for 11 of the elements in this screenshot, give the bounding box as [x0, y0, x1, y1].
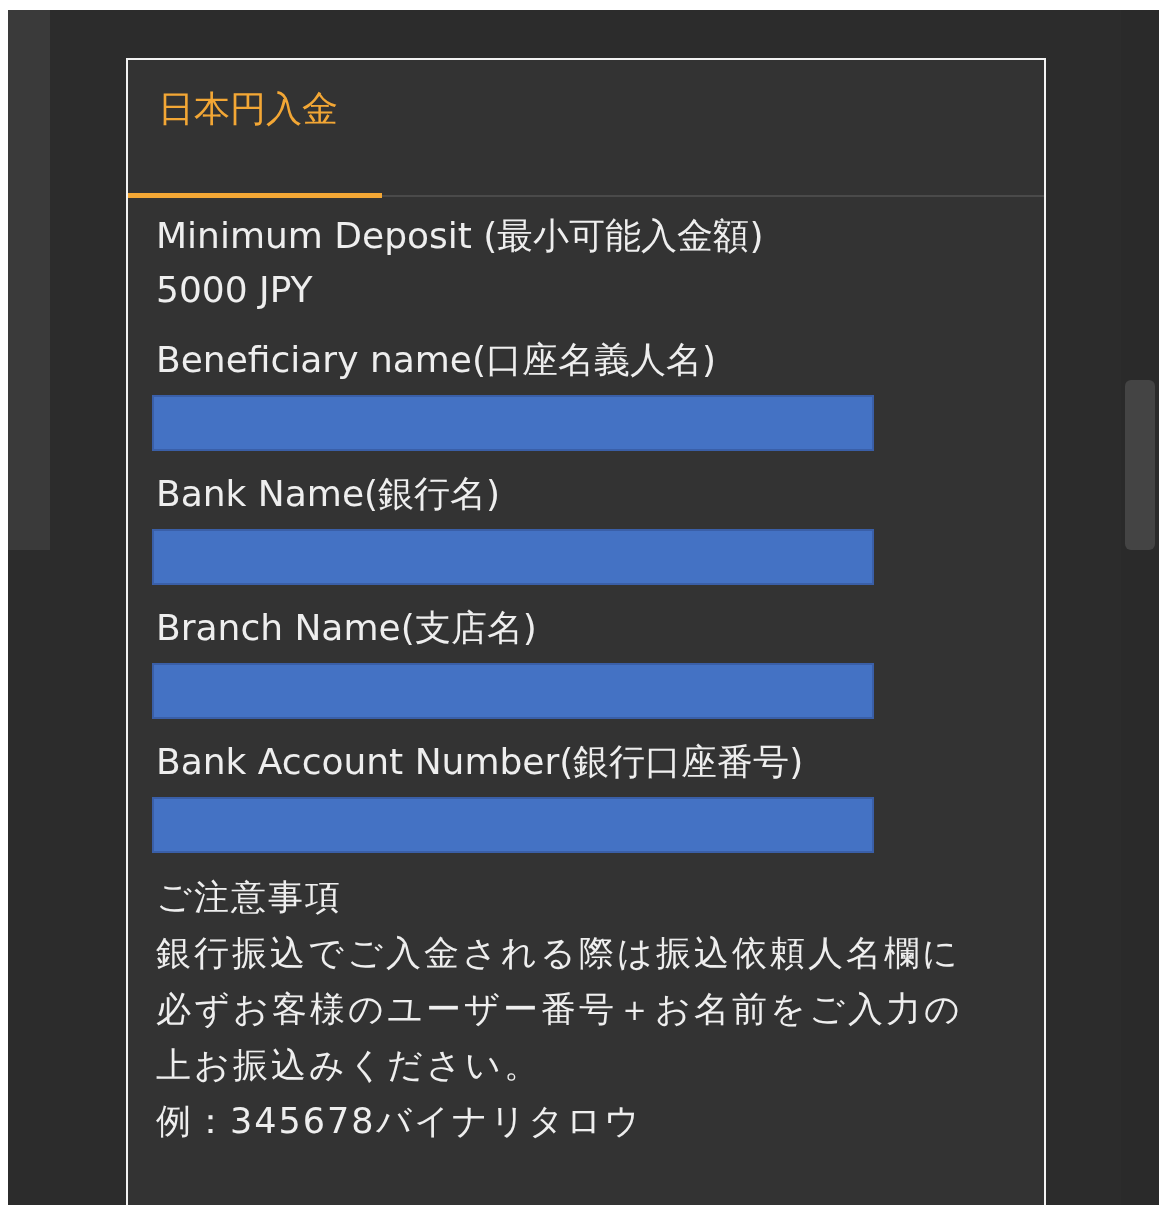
notice-title: ご注意事項 [156, 876, 342, 919]
tab[interactable]: 日本円入金 [128, 60, 382, 198]
field-label: Bank Account Number(銀行口座番号) [156, 740, 804, 784]
field-label: Bank Name(銀行名) [156, 472, 501, 516]
example-text: 例：345678バイナリタロウ [156, 1100, 642, 1143]
field-label: Branch Name(支店名) [156, 606, 537, 650]
field-value: 5000 JPY [156, 268, 313, 312]
notice-text: 銀行振込でご入金される際は振込依頼人名欄に必ずお客様のユーザー番号＋お名前をご入力の上お振込みください。 [156, 932, 964, 1087]
scrollbar-thumb[interactable] [1125, 380, 1155, 550]
field-label: Minimum Deposit (最小可能入金額) [156, 214, 764, 258]
field-label: Beneficiary name(口座名義人名) [156, 338, 717, 382]
